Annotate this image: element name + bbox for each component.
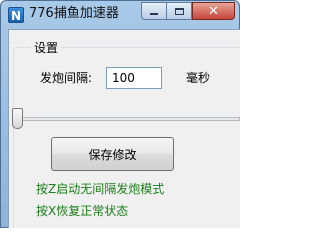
fire-interval-label: 发炮间隔: xyxy=(40,71,93,85)
close-button[interactable]: ✕ xyxy=(192,2,235,20)
hint-start-mode: 按Z启动无间隔发炮模式 xyxy=(36,182,165,196)
title-bar[interactable]: N 776捕鱼加速器 ✕ xyxy=(1,1,239,29)
fire-interval-input[interactable] xyxy=(106,67,162,89)
interval-slider-thumb[interactable] xyxy=(12,108,23,129)
fire-interval-unit: 毫秒 xyxy=(186,71,211,85)
window-title: 776捕鱼加速器 xyxy=(29,6,119,21)
hint-restore-mode: 按X恢复正常状态 xyxy=(36,204,129,218)
app-icon: N xyxy=(8,7,24,23)
interval-slider-track[interactable] xyxy=(13,117,240,121)
close-icon: ✕ xyxy=(208,3,219,19)
minimize-icon xyxy=(150,13,158,15)
save-button[interactable]: 保存修改 xyxy=(51,137,174,171)
maximize-button[interactable] xyxy=(167,2,192,20)
settings-group-label: 设置 xyxy=(31,41,62,55)
minimize-button[interactable] xyxy=(141,2,167,20)
maximize-icon xyxy=(174,7,184,15)
